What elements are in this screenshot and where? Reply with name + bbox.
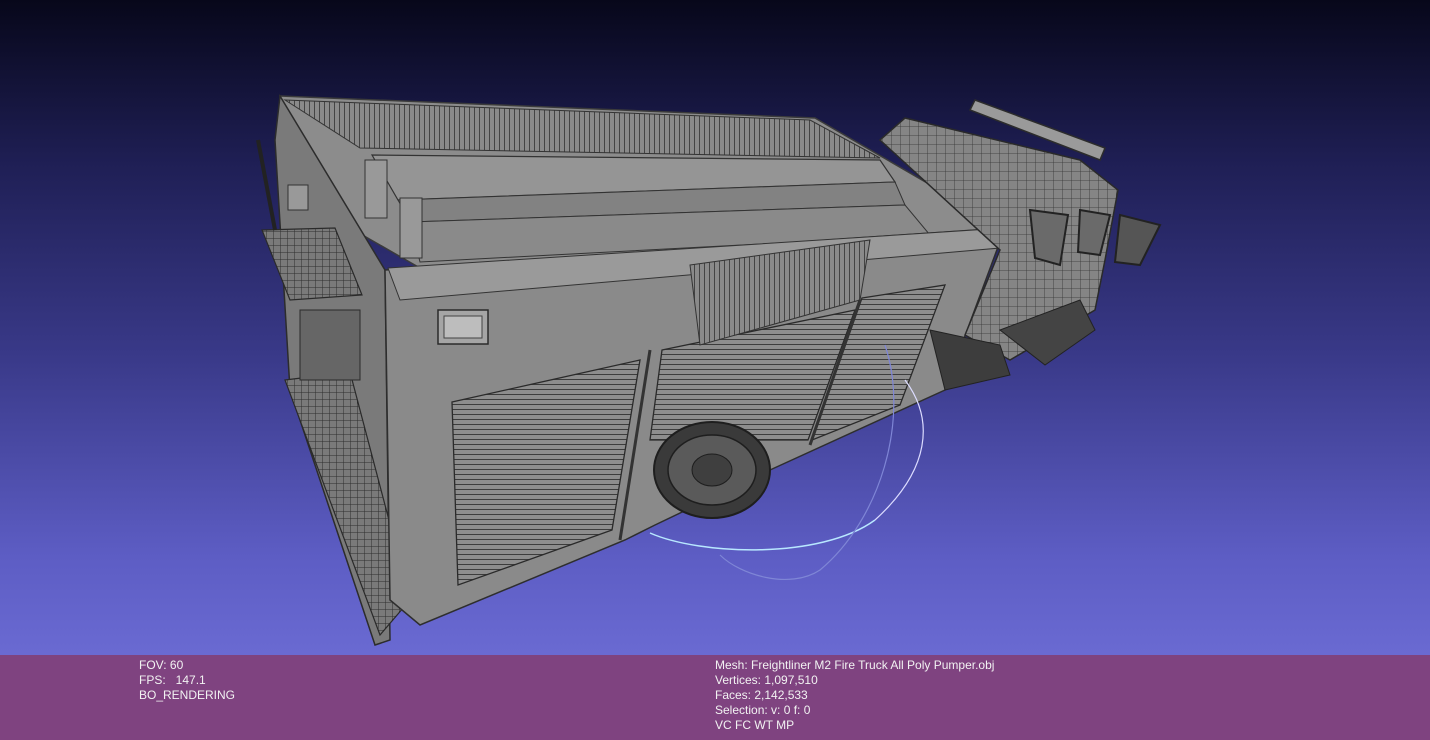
mesh-name-text: Mesh: Freightliner M2 Fire Truck All Pol… xyxy=(715,658,995,672)
mesh-render[interactable] xyxy=(0,0,1430,655)
mesh-stats: Mesh: Freightliner M2 Fire Truck All Pol… xyxy=(715,658,994,733)
info-overlay: FOV: 60 FPS: 147.1 BO_RENDERING Mesh: Fr… xyxy=(0,655,1430,740)
flags-text: VC FC WT MP xyxy=(715,718,795,732)
fov-text: FOV: 60 xyxy=(139,658,184,672)
3d-viewport[interactable] xyxy=(0,0,1430,655)
render-stats: FOV: 60 FPS: 147.1 BO_RENDERING xyxy=(139,658,235,703)
fps-text: FPS: 147.1 xyxy=(139,673,206,687)
selection-text: Selection: v: 0 f: 0 xyxy=(715,703,811,717)
render-mode-text: BO_RENDERING xyxy=(139,688,236,702)
vertices-text: Vertices: 1,097,510 xyxy=(715,673,818,687)
faces-text: Faces: 2,142,533 xyxy=(715,688,808,702)
truck-wheel xyxy=(653,421,771,519)
